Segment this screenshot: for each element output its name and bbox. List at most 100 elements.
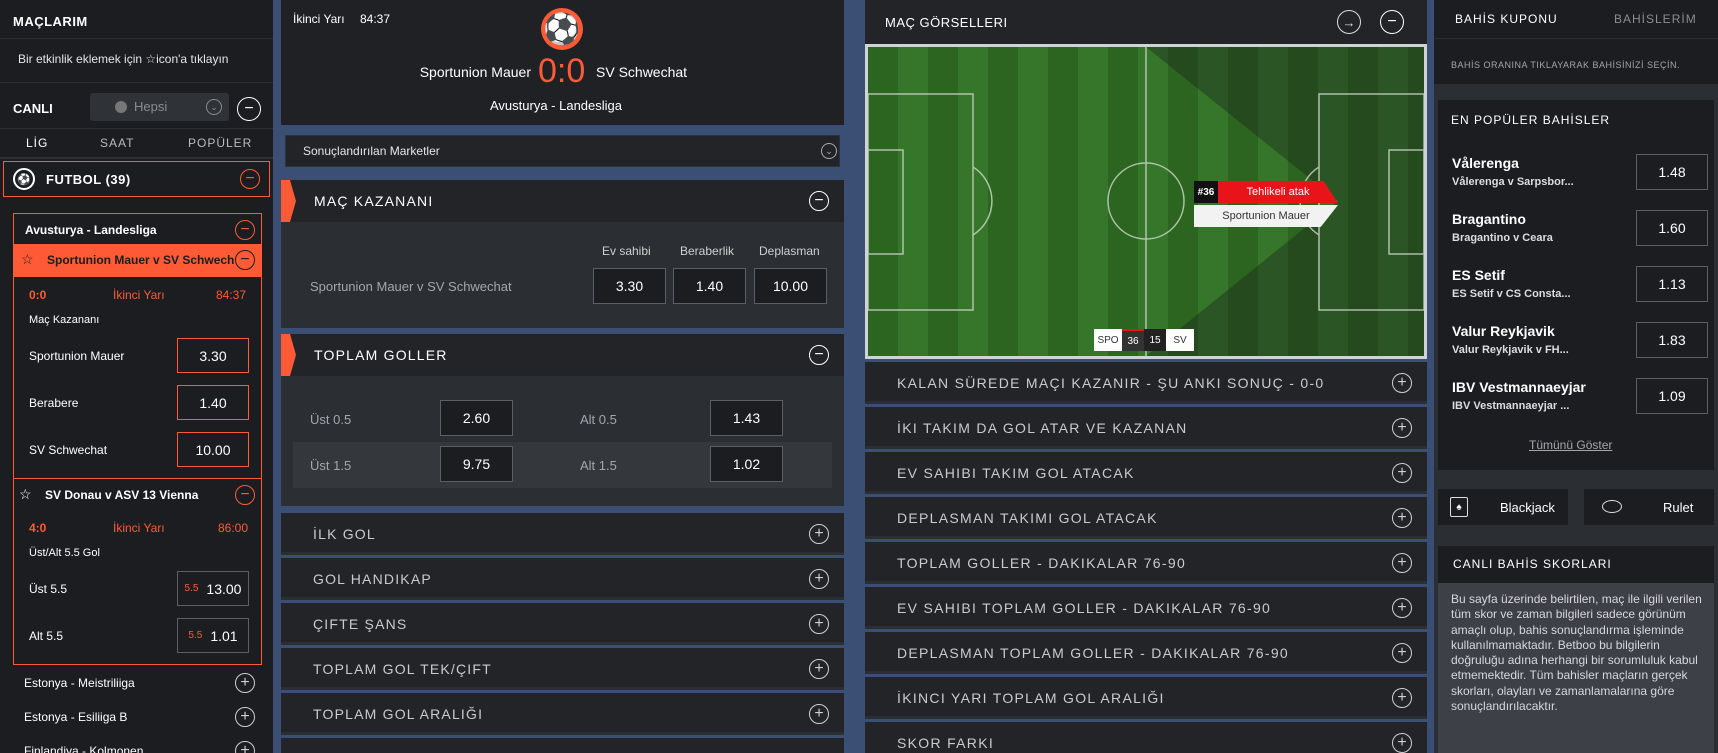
odd-button[interactable]: 2.60 (440, 400, 513, 436)
market-row[interactable]: TOPLAM GOL ARALIĞI + (281, 693, 844, 735)
popular-bet[interactable]: IBV Vestmannaeyjar IBV Vestmannaeyjar ...… (1452, 374, 1712, 424)
league-group: Avusturya - Landesliga − ☆ Sportunion Ma… (13, 213, 262, 665)
sport-football-header[interactable]: ⚽ FUTBOL (39) − (3, 161, 270, 197)
match-header-active[interactable]: ☆ Sportunion Mauer v SV Schwech − (14, 244, 261, 277)
odd-button[interactable]: 1.02 (710, 446, 783, 482)
sport-label: FUTBOL (39) (46, 172, 131, 187)
odd-button[interactable]: 1.13 (1636, 266, 1708, 302)
rulet-button[interactable]: Rulet (1584, 489, 1714, 525)
expand-icon[interactable]: + (1392, 733, 1412, 753)
market-row[interactable]: TOPLAM GOLLER - DAKIKALAR 76-90 + (865, 542, 1427, 584)
tab-saat[interactable]: SAAT (100, 136, 134, 150)
odd-value: 1.01 (210, 627, 238, 644)
filter-select[interactable]: Hepsi ⌄ (90, 93, 229, 121)
expand-icon[interactable]: + (809, 614, 829, 634)
expand-icon[interactable]: + (809, 659, 829, 679)
league-name: Estonya - Meistriliiga (24, 676, 135, 690)
market-header[interactable]: MAÇ KAZANANI − (281, 180, 844, 222)
live-scores-text: Bu sayfa üzerinde belirtilen, maç ile il… (1451, 592, 1702, 714)
market-row[interactable]: İLK GOL + (281, 513, 844, 555)
under-label: Alt 1.5 (580, 458, 617, 473)
tab-lig[interactable]: LİG (26, 136, 48, 150)
market-row[interactable]: TOPLAM GOL TEK/ÇIFT + (281, 648, 844, 690)
popular-bet[interactable]: ES Setif ES Setif v CS Consta... 1.13 (1452, 262, 1712, 312)
odd-button[interactable]: 1.48 (1636, 154, 1708, 190)
expand-icon[interactable]: + (235, 673, 255, 693)
chevron-down-icon: ⌄ (821, 143, 837, 159)
match-time: 86:00 (218, 521, 249, 535)
collapse-icon[interactable]: − (809, 345, 829, 365)
market-row[interactable]: İKINCI YARI TOPLAM GOL ARALIĞI + (865, 677, 1427, 719)
market-row[interactable]: DEPLASMAN TOPLAM GOLLER - DAKIKALAR 76-9… (865, 632, 1427, 674)
show-all-link[interactable]: Tümünü Göster (1529, 438, 1612, 452)
market-row[interactable]: İKI TAKIM DA GOL ATAR VE KAZANAN + (865, 407, 1427, 449)
collapse-icon[interactable]: − (809, 191, 829, 211)
expand-icon[interactable]: + (235, 707, 255, 727)
expand-icon[interactable]: + (809, 569, 829, 589)
collapse-match-icon[interactable]: − (235, 485, 255, 505)
odd-button[interactable]: 1.40 (177, 385, 249, 420)
market-row[interactable]: EV SAHIBI TOPLAM GOLLER - DAKIKALAR 76-9… (865, 587, 1427, 629)
expand-icon[interactable]: + (1392, 508, 1412, 528)
collapse-league-icon[interactable]: − (235, 220, 255, 240)
expand-icon[interactable]: + (1392, 373, 1412, 393)
odd-home[interactable]: 3.30 (593, 268, 666, 304)
market-row[interactable]: SKOR FARKI + (865, 722, 1427, 753)
league-row[interactable]: Estonya - Meistriliiga + (0, 668, 273, 698)
expand-icon[interactable]: + (1392, 463, 1412, 483)
expand-icon[interactable]: + (1392, 553, 1412, 573)
market-row[interactable] (281, 738, 844, 753)
popular-bet[interactable]: Valur Reykjavik Valur Reykjavik v FH... 1.… (1452, 318, 1712, 368)
market-row[interactable]: GOL HANDIKAP + (281, 558, 844, 600)
expand-icon[interactable]: + (809, 704, 829, 724)
tab-my-bets[interactable]: BAHİSLERİM (1614, 12, 1697, 26)
league-row[interactable]: Finlandiya - Kolmonen + (0, 736, 273, 753)
market-row[interactable]: EV SAHIBI TAKIM GOL ATACAK + (865, 452, 1427, 494)
popular-bet[interactable]: Vålerenga Vålerenga v Sarpsbor... 1.48 (1452, 150, 1712, 200)
odd-button[interactable]: 1.60 (1636, 210, 1708, 246)
popular-bet[interactable]: Bragantino Bragantino v Ceara 1.60 (1452, 206, 1712, 256)
odd-draw[interactable]: 1.40 (673, 268, 746, 304)
tab-populer[interactable]: POPÜLER (188, 136, 252, 150)
market-row[interactable]: DEPLASMAN TAKIMI GOL ATACAK + (865, 497, 1427, 539)
match-score: 0:0 (29, 288, 47, 302)
match-name[interactable]: SV Donau v ASV 13 Vienna (45, 488, 198, 502)
market-row[interactable]: ÇIFTE ŞANS + (281, 603, 844, 645)
bet-team: Vålerenga (1452, 155, 1519, 171)
resolved-markets-select[interactable]: Sonuçlandırılan Marketler ⌄ (285, 135, 840, 167)
expand-icon[interactable]: + (809, 524, 829, 544)
collapse-live-icon[interactable]: − (237, 97, 261, 121)
market-row[interactable]: KALAN SÜREDE MAÇI KAZANIR - ŞU ANKI SONU… (865, 362, 1427, 404)
expand-icon[interactable]: + (235, 741, 255, 753)
odd-button[interactable]: 1.43 (710, 400, 783, 436)
match-score: 4:0 (29, 521, 47, 535)
expand-icon[interactable]: + (1392, 418, 1412, 438)
stat-home: SPO (1094, 329, 1122, 351)
odd-button[interactable]: 3.30 (177, 338, 249, 373)
odd-away[interactable]: 10.00 (754, 268, 827, 304)
col-head-away: Deplasman (759, 244, 820, 258)
odd-button[interactable]: 1.83 (1636, 322, 1708, 358)
collapse-icon[interactable]: − (1380, 10, 1404, 34)
star-icon[interactable]: ☆ (21, 251, 34, 268)
collapse-match-icon[interactable]: − (235, 250, 255, 270)
league-title[interactable]: Avusturya - Landesliga (25, 223, 157, 237)
odd-button[interactable]: 5.5 13.00 (177, 571, 249, 606)
clock-label: 84:37 (360, 12, 391, 26)
odd-button[interactable]: 9.75 (440, 446, 513, 482)
odd-button[interactable]: 10.00 (177, 432, 249, 467)
league-row[interactable]: Estonya - Esiliiga B + (0, 702, 273, 732)
market-header[interactable]: TOPLAM GOLLER − (281, 334, 844, 376)
exit-icon[interactable]: → (1337, 10, 1361, 34)
blackjack-button[interactable]: ♠ Blackjack (1438, 489, 1568, 525)
expand-icon[interactable]: + (1392, 688, 1412, 708)
winner-market: MAÇ KAZANANI − Ev sahibi Beraberlik Depl… (281, 180, 844, 328)
tab-bet-slip[interactable]: BAHİS KUPONU (1455, 12, 1558, 26)
odd-button[interactable]: 1.09 (1636, 378, 1708, 414)
collapse-sport-icon[interactable]: − (240, 169, 260, 189)
star-icon[interactable]: ☆ (19, 486, 32, 503)
expand-icon[interactable]: + (1392, 598, 1412, 618)
stat-away: SV (1166, 329, 1194, 351)
expand-icon[interactable]: + (1392, 643, 1412, 663)
odd-button[interactable]: 5.5 1.01 (177, 618, 249, 653)
